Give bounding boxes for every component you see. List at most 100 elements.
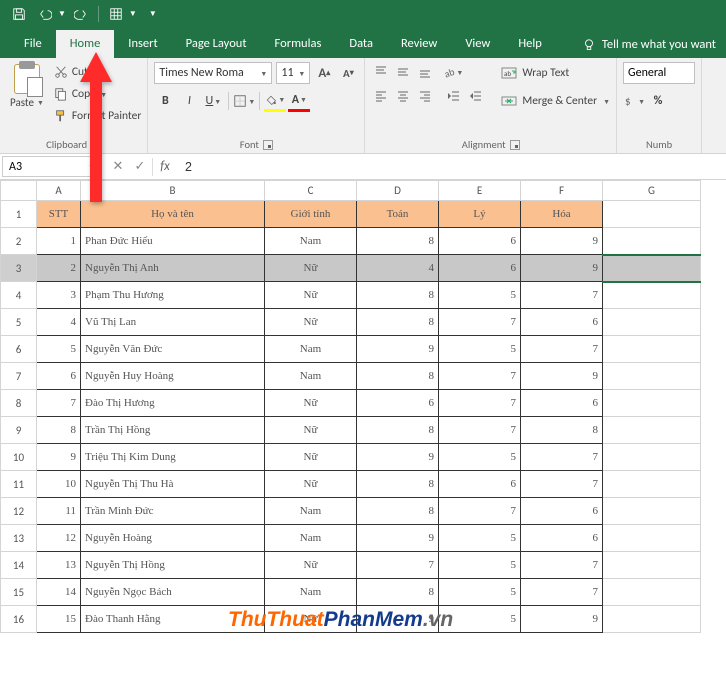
fill-color-button[interactable]: ▼ (264, 90, 286, 112)
row-header-6[interactable]: 6 (1, 336, 37, 363)
cell[interactable]: 15 (37, 606, 81, 633)
table-header-cell[interactable]: Lý (439, 201, 521, 228)
row-header-3[interactable]: 3 (1, 255, 37, 282)
row-header-12[interactable]: 12 (1, 498, 37, 525)
cell[interactable]: Nguyễn Huy Hoàng (81, 363, 265, 390)
col-header-G[interactable]: G (603, 181, 701, 201)
cell[interactable]: Đào Thanh Hằng (81, 606, 265, 633)
tab-view[interactable]: View (451, 30, 504, 58)
cell[interactable]: 7 (521, 336, 603, 363)
cell-empty[interactable] (603, 417, 701, 444)
undo-dropdown-icon[interactable]: ▼ (58, 9, 66, 19)
tell-me-search[interactable]: Tell me what you want (572, 31, 726, 58)
cell[interactable]: 7 (357, 552, 439, 579)
cell-empty[interactable] (603, 579, 701, 606)
cell[interactable]: 1 (37, 228, 81, 255)
decrease-font-button[interactable]: A▾ (338, 62, 358, 84)
cell[interactable]: 7 (439, 309, 521, 336)
row-header-15[interactable]: 15 (1, 579, 37, 606)
cell[interactable]: Trần Thị Hồng (81, 417, 265, 444)
cell[interactable]: 7 (521, 282, 603, 309)
cell[interactable]: Nam (265, 336, 357, 363)
cell[interactable]: 8 (357, 228, 439, 255)
align-top-button[interactable] (371, 62, 391, 82)
cell[interactable]: Nữ (265, 255, 357, 282)
table-header-cell[interactable]: Giới tính (265, 201, 357, 228)
cell[interactable]: 7 (439, 363, 521, 390)
cell[interactable]: 8 (521, 417, 603, 444)
increase-font-button[interactable]: A▴ (314, 62, 334, 84)
cell[interactable]: 7 (439, 498, 521, 525)
spreadsheet-grid[interactable]: ABCDEFG1STTHọ và tênGiới tínhToánLýHóa21… (0, 180, 726, 633)
cell[interactable]: Nữ (265, 606, 357, 633)
cell[interactable]: 6 (37, 363, 81, 390)
row-header-14[interactable]: 14 (1, 552, 37, 579)
cell[interactable]: 5 (439, 282, 521, 309)
qat-customize-icon[interactable]: ▼ (149, 9, 157, 19)
cell-empty[interactable] (603, 606, 701, 633)
cell[interactable]: Triệu Thị Kim Dung (81, 444, 265, 471)
font-size-combo[interactable]: 11▼ (276, 62, 310, 84)
align-left-button[interactable] (371, 86, 391, 106)
row-header-5[interactable]: 5 (1, 309, 37, 336)
cell[interactable]: 7 (521, 444, 603, 471)
row-header-8[interactable]: 8 (1, 390, 37, 417)
cancel-formula-button[interactable]: ✕ (108, 157, 128, 177)
redo-icon[interactable] (70, 3, 92, 25)
cell-empty[interactable] (603, 255, 701, 282)
cell[interactable]: 6 (521, 390, 603, 417)
cell[interactable]: Phạm Thu Hương (81, 282, 265, 309)
save-icon[interactable] (8, 3, 30, 25)
cell[interactable]: 12 (37, 525, 81, 552)
cell[interactable]: 10 (37, 471, 81, 498)
cell[interactable]: 5 (439, 444, 521, 471)
cell[interactable]: Phan Đức Hiếu (81, 228, 265, 255)
tab-formulas[interactable]: Formulas (261, 30, 336, 58)
cell[interactable]: 13 (37, 552, 81, 579)
cell-empty[interactable] (603, 309, 701, 336)
col-header-A[interactable]: A (37, 181, 81, 201)
row-header-9[interactable]: 9 (1, 417, 37, 444)
align-bottom-button[interactable] (415, 62, 435, 82)
align-middle-button[interactable] (393, 62, 413, 82)
cell[interactable]: 7 (521, 471, 603, 498)
cell-empty[interactable] (603, 201, 701, 228)
cell-empty[interactable] (603, 471, 701, 498)
italic-button[interactable]: I (178, 90, 200, 112)
merge-center-button[interactable]: Merge & Center▼ (501, 90, 610, 112)
cell[interactable]: 8 (357, 363, 439, 390)
tab-insert[interactable]: Insert (114, 30, 171, 58)
cell[interactable]: 7 (439, 417, 521, 444)
cell[interactable]: 14 (37, 579, 81, 606)
cell[interactable]: 5 (439, 552, 521, 579)
cell[interactable]: Nguyễn Ngọc Bách (81, 579, 265, 606)
copy-button[interactable]: Copy▼ (54, 84, 141, 104)
cell[interactable]: 9 (357, 606, 439, 633)
cell[interactable]: 8 (37, 417, 81, 444)
cell[interactable]: 9 (521, 606, 603, 633)
cell[interactable]: 8 (357, 498, 439, 525)
cell[interactable]: 7 (439, 390, 521, 417)
undo-icon[interactable] (34, 3, 56, 25)
cell[interactable]: 5 (439, 336, 521, 363)
cell[interactable]: 6 (439, 471, 521, 498)
cell[interactable]: 3 (37, 282, 81, 309)
clipboard-dialog-launcher[interactable] (91, 140, 101, 150)
cell[interactable]: Trần Minh Đức (81, 498, 265, 525)
cell-empty[interactable] (603, 336, 701, 363)
cell[interactable]: 7 (521, 579, 603, 606)
font-name-combo[interactable]: Times New Roma▼ (154, 62, 272, 84)
cell[interactable]: 5 (439, 579, 521, 606)
quick-table-icon[interactable] (105, 3, 127, 25)
cell-empty[interactable] (603, 363, 701, 390)
cell[interactable]: 9 (521, 255, 603, 282)
format-painter-button[interactable]: Format Painter (54, 106, 141, 126)
name-box[interactable]: A3▼ (2, 156, 102, 177)
cell[interactable]: 6 (357, 390, 439, 417)
cell-empty[interactable] (603, 282, 701, 309)
cell[interactable]: 6 (439, 228, 521, 255)
cell-empty[interactable] (603, 444, 701, 471)
borders-button[interactable]: ▼ (233, 90, 255, 112)
orientation-button[interactable]: ab▼ (443, 62, 463, 82)
cell[interactable]: Nam (265, 228, 357, 255)
